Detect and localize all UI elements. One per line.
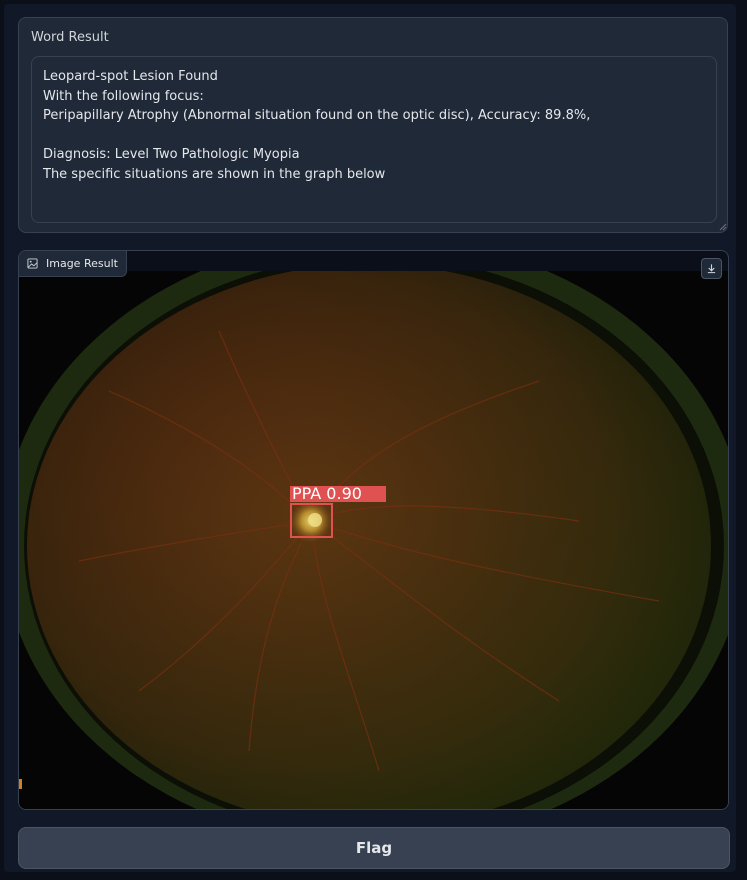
word-result-label: Word Result bbox=[31, 30, 109, 45]
word-result-panel: Word Result Leopard-spot Lesion Found Wi… bbox=[18, 17, 728, 233]
image-icon bbox=[27, 258, 38, 269]
word-result-textbox[interactable]: Leopard-spot Lesion Found With the follo… bbox=[31, 56, 717, 223]
image-result-label: Image Result bbox=[46, 257, 118, 270]
fundus-image: PPA 0.90 bbox=[19, 271, 728, 809]
resize-handle-icon[interactable] bbox=[719, 223, 727, 231]
image-result-label-tab: Image Result bbox=[19, 251, 127, 277]
flag-button[interactable]: Flag bbox=[18, 827, 730, 869]
image-result-panel: Image Result PPA 0.90 bbox=[18, 250, 729, 810]
download-icon bbox=[707, 264, 716, 274]
detection-label: PPA 0.90 bbox=[292, 484, 362, 503]
download-button[interactable] bbox=[701, 258, 722, 279]
app-container: Word Result Leopard-spot Lesion Found Wi… bbox=[4, 4, 736, 872]
